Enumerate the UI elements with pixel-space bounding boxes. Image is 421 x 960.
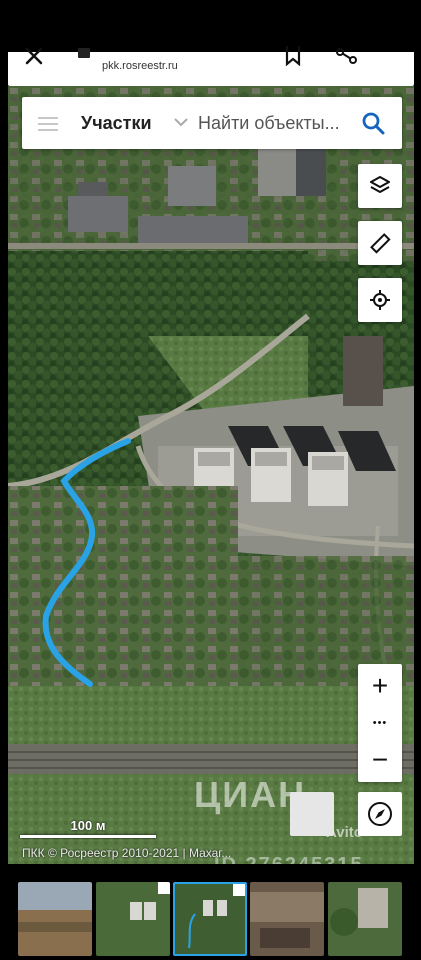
gallery-thumb-selected[interactable] bbox=[173, 882, 247, 956]
scale-label: 100 м bbox=[70, 818, 106, 833]
map-copyright: ПКК © Росреестр 2010-2021 | Махаг... bbox=[22, 846, 232, 860]
watermark-id: ID 276245315 bbox=[214, 854, 364, 864]
gallery-thumb[interactable] bbox=[96, 882, 170, 956]
bookmark-icon[interactable] bbox=[284, 46, 302, 66]
browser-bar: pkk.rosreestr.ru bbox=[8, 46, 414, 86]
scale-bar: 100 м bbox=[20, 818, 156, 838]
scale-line bbox=[20, 835, 156, 838]
page-url[interactable]: pkk.rosreestr.ru bbox=[102, 60, 178, 72]
search-input[interactable] bbox=[198, 107, 358, 139]
zoom-in-button[interactable]: + bbox=[358, 664, 402, 708]
minimap-toggle[interactable] bbox=[290, 792, 334, 836]
zoom-more-button[interactable]: ••• bbox=[358, 708, 402, 738]
gallery-thumb[interactable] bbox=[250, 882, 324, 956]
locate-icon bbox=[370, 290, 390, 310]
layers-icon bbox=[370, 176, 390, 193]
layers-button[interactable] bbox=[358, 164, 402, 208]
zoom-out-button[interactable]: − bbox=[358, 738, 402, 782]
search-bar: Участки bbox=[22, 97, 402, 149]
ruler-button[interactable] bbox=[358, 221, 402, 265]
close-icon[interactable] bbox=[24, 46, 44, 66]
layer-selector[interactable]: Участки bbox=[81, 113, 152, 134]
gallery-thumb[interactable] bbox=[18, 882, 92, 956]
satellite-map[interactable]: Участки + ••• − ЦИАН Avito bbox=[8, 86, 414, 864]
compass-icon bbox=[368, 802, 392, 826]
compass-button[interactable] bbox=[358, 792, 402, 836]
site-favicon bbox=[78, 48, 90, 58]
ruler-icon bbox=[370, 233, 391, 254]
menu-icon[interactable] bbox=[38, 117, 58, 131]
gallery-thumb[interactable] bbox=[328, 882, 402, 956]
chevron-down-icon[interactable] bbox=[174, 117, 188, 127]
share-icon[interactable] bbox=[336, 46, 358, 66]
locate-button[interactable] bbox=[358, 278, 402, 322]
satellite-imagery[interactable] bbox=[8, 86, 414, 864]
photo-gallery bbox=[0, 882, 421, 960]
search-icon[interactable] bbox=[361, 111, 385, 135]
zoom-control: + ••• − bbox=[358, 664, 402, 782]
